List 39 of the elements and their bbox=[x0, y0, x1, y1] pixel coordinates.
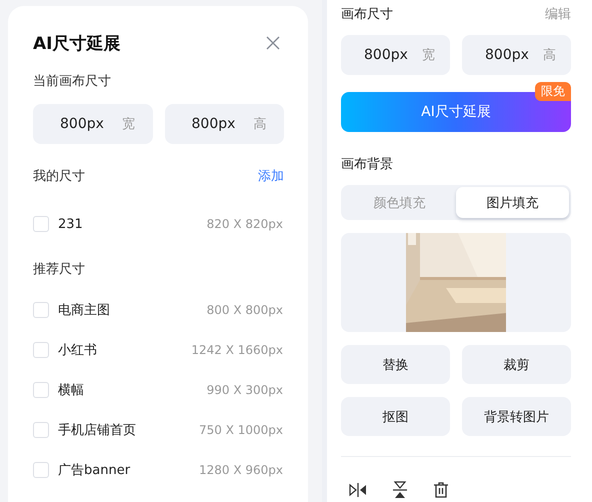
size-dimensions: 990 X 300px bbox=[206, 383, 283, 397]
checkbox[interactable] bbox=[33, 302, 49, 318]
checkbox[interactable] bbox=[33, 216, 49, 232]
size-dimensions: 1280 X 960px bbox=[198, 463, 283, 477]
size-field[interactable]: 800px 高 bbox=[462, 35, 571, 75]
size-dimensions: 750 X 1000px bbox=[198, 423, 283, 437]
section-label: 画布尺寸 bbox=[341, 6, 393, 23]
section-label: 推荐尺寸 bbox=[33, 261, 86, 279]
action-button[interactable]: 抠图 bbox=[341, 397, 450, 436]
free-badge: 限免 bbox=[535, 82, 571, 101]
size-field[interactable]: 800px 高 bbox=[164, 104, 284, 144]
checkbox[interactable] bbox=[33, 422, 49, 438]
size-dimensions: 820 X 820px bbox=[206, 217, 283, 231]
size-name: 电商主图 bbox=[58, 302, 111, 319]
section-label: 当前画布尺寸 bbox=[33, 73, 112, 91]
flip-horizontal-icon[interactable] bbox=[349, 482, 367, 498]
action-button[interactable]: 裁剪 bbox=[462, 345, 571, 384]
size-field[interactable]: 800px 宽 bbox=[341, 35, 450, 75]
size-name: 手机店铺首页 bbox=[58, 422, 137, 439]
close-icon[interactable] bbox=[266, 36, 280, 50]
flip-vertical-icon[interactable] bbox=[392, 481, 408, 499]
checkbox[interactable] bbox=[33, 462, 49, 478]
size-name: 横幅 bbox=[58, 382, 85, 399]
action-button[interactable]: 替换 bbox=[341, 345, 450, 384]
checkbox[interactable] bbox=[33, 342, 49, 358]
size-name: 小红书 bbox=[58, 342, 98, 359]
size-field[interactable]: 800px 宽 bbox=[33, 104, 152, 144]
checkbox[interactable] bbox=[33, 382, 49, 398]
size-name: 广告banner bbox=[58, 462, 132, 479]
trash-icon[interactable] bbox=[433, 481, 449, 499]
fill-tab[interactable]: 图片填充 bbox=[456, 187, 569, 218]
size-dimensions: 800 X 800px bbox=[206, 303, 283, 317]
add-link[interactable]: 添加 bbox=[258, 167, 284, 187]
size-dimensions: 1242 X 1660px bbox=[191, 343, 283, 357]
dialog-title: AI尺寸延展 bbox=[33, 32, 120, 54]
section-label: 我的尺寸 bbox=[33, 168, 85, 186]
size-name: 231 bbox=[58, 216, 84, 232]
section-label: 画布背景 bbox=[341, 156, 394, 174]
action-button[interactable]: 背景转图片 bbox=[462, 397, 571, 436]
